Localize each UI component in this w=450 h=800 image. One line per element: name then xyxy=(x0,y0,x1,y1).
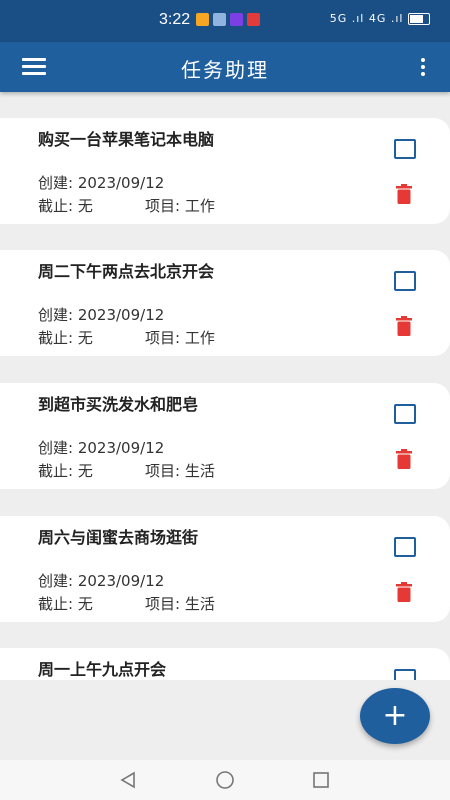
task-title: 周二下午两点去北京开会 xyxy=(38,262,215,281)
task-title: 周六与闺蜜去商场逛街 xyxy=(38,528,199,547)
task-complete-checkbox[interactable] xyxy=(394,537,416,557)
task-card[interactable]: 周二下午两点去北京开会 创建: 2023/09/12 截止: 无 项目: 工作 xyxy=(0,250,450,356)
task-created-date: 创建: 2023/09/12 xyxy=(38,439,165,457)
delete-trash-icon[interactable] xyxy=(396,582,412,602)
app-notification-icon xyxy=(213,13,226,26)
task-card[interactable]: 购买一台苹果笔记本电脑 创建: 2023/09/12 截止: 无 项目: 工作 xyxy=(0,118,450,224)
home-circle-icon[interactable] xyxy=(214,770,236,790)
task-project: 项目: 生活 xyxy=(145,595,215,613)
battery-icon xyxy=(408,13,430,25)
app-notification-icon xyxy=(196,13,209,26)
task-created-date: 创建: 2023/09/12 xyxy=(38,572,165,590)
network-signal-text: 5G .ıl 4G .ıl xyxy=(329,12,404,25)
task-complete-checkbox[interactable] xyxy=(394,669,416,680)
task-due-date: 截止: 无 xyxy=(38,197,93,215)
delete-trash-icon[interactable] xyxy=(396,184,412,204)
add-icon: + xyxy=(382,698,408,733)
task-project: 项目: 工作 xyxy=(145,197,215,215)
task-project: 项目: 生活 xyxy=(145,462,215,480)
task-list[interactable]: 购买一台苹果笔记本电脑 创建: 2023/09/12 截止: 无 项目: 工作 … xyxy=(0,92,450,680)
status-time: 3:22 xyxy=(159,11,191,28)
task-card[interactable]: 周一上午九点开会 xyxy=(0,648,450,680)
status-bar: 3:22 5G .ıl 4G .ıl xyxy=(0,0,450,42)
task-title: 周一上午九点开会 xyxy=(38,660,167,679)
task-due-date: 截止: 无 xyxy=(38,595,93,613)
task-complete-checkbox[interactable] xyxy=(394,271,416,291)
delete-trash-icon[interactable] xyxy=(396,316,412,336)
system-nav-bar xyxy=(0,760,450,800)
system-status-icons: 5G .ıl 4G .ıl xyxy=(330,12,430,25)
page-title: 任务助理 xyxy=(181,58,269,82)
task-complete-checkbox[interactable] xyxy=(394,139,416,159)
task-due-date: 截止: 无 xyxy=(38,329,93,347)
app-notification-icon xyxy=(230,13,243,26)
delete-trash-icon[interactable] xyxy=(396,449,412,469)
app-bar: 任务助理 xyxy=(0,42,450,92)
task-card[interactable]: 周六与闺蜜去商场逛街 创建: 2023/09/12 截止: 无 项目: 生活 xyxy=(0,516,450,622)
task-complete-checkbox[interactable] xyxy=(394,404,416,424)
more-vert-icon[interactable] xyxy=(420,58,426,78)
app-notification-icon xyxy=(247,13,260,26)
add-task-button[interactable]: + xyxy=(360,688,430,744)
task-created-date: 创建: 2023/09/12 xyxy=(38,306,165,324)
task-due-date: 截止: 无 xyxy=(38,462,93,480)
task-card[interactable]: 到超市买洗发水和肥皂 创建: 2023/09/12 截止: 无 项目: 生活 xyxy=(0,383,450,489)
task-created-date: 创建: 2023/09/12 xyxy=(38,174,165,192)
task-project: 项目: 工作 xyxy=(145,329,215,347)
back-triangle-icon[interactable] xyxy=(118,770,138,790)
recents-square-icon[interactable] xyxy=(311,770,331,790)
status-notification-icons xyxy=(196,13,260,26)
task-title: 到超市买洗发水和肥皂 xyxy=(38,395,199,414)
task-title: 购买一台苹果笔记本电脑 xyxy=(38,130,215,149)
